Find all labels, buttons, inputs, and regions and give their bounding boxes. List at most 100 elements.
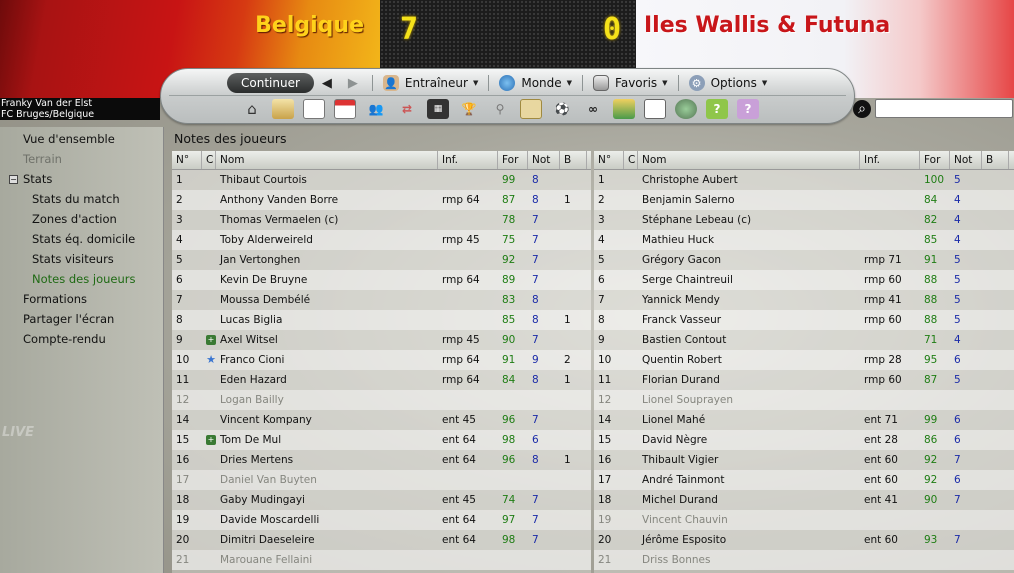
table-row[interactable]: 2 Benjamin Salerno 84 4	[594, 190, 1014, 210]
player-goals	[560, 250, 587, 270]
back-arrow-icon[interactable]: ◀	[314, 73, 340, 93]
table-row[interactable]: 18 Michel Durand ent 41 90 7	[594, 490, 1014, 510]
table-row[interactable]: 16 Dries Mertens ent 64 96 8 1	[172, 450, 591, 470]
manager-info[interactable]: Franky Van der Elst FC Bruges/Belgique	[0, 98, 160, 120]
table-row[interactable]: 15 David Nègre ent 28 86 6	[594, 430, 1014, 450]
col-c[interactable]: C	[202, 151, 216, 169]
sidebar-item-stats-visiteurs[interactable]: Stats visiteurs	[0, 250, 164, 269]
table-row[interactable]: 8 Lucas Biglia 85 8 1	[172, 310, 591, 330]
sidebar-item-partager-ecran[interactable]: Partager l'écran	[0, 310, 164, 329]
player-number: 10	[176, 354, 190, 366]
inbox-icon[interactable]	[272, 99, 294, 119]
sidebar-item-stats-match[interactable]: Stats du match	[0, 190, 164, 209]
notes-icon[interactable]	[520, 99, 542, 119]
collapse-toggle-icon[interactable]: −	[9, 175, 18, 184]
table-row[interactable]: 20 Jérôme Esposito ent 60 93 7	[594, 530, 1014, 550]
menu-favoris[interactable]: Favoris ▼	[589, 73, 672, 93]
menu-entraineur[interactable]: 👤 Entraîneur ▼	[379, 73, 482, 93]
col-for[interactable]: For	[920, 151, 950, 169]
col-not[interactable]: Not	[950, 151, 982, 169]
search-input[interactable]	[875, 99, 1013, 118]
table-row[interactable]: 2 Anthony Vanden Borre rmp 64 87 8 1	[172, 190, 591, 210]
table-row[interactable]: 1 Christophe Aubert 100 5	[594, 170, 1014, 190]
transfer-icon[interactable]: ⇄	[396, 99, 418, 119]
table-row[interactable]: 1 Thibaut Courtois 99 8	[172, 170, 591, 190]
info-icon[interactable]: ?	[737, 99, 759, 119]
table-row[interactable]: 5 Jan Vertonghen 92 7	[172, 250, 591, 270]
table-row[interactable]: 5 Grégory Gacon rmp 71 91 5	[594, 250, 1014, 270]
table-row[interactable]: 12 Lionel Souprayen	[594, 390, 1014, 410]
sidebar-item-terrain[interactable]: Terrain	[0, 150, 164, 169]
menu-options[interactable]: ⚙ Options ▼	[685, 73, 772, 93]
table-row[interactable]: 10 ★ Franco Cioni rmp 64 91 9 2	[172, 350, 591, 370]
world-icon[interactable]	[675, 99, 697, 119]
menu-monde[interactable]: Monde ▼	[495, 73, 576, 93]
report-icon[interactable]	[644, 99, 666, 119]
table-row[interactable]: 17 André Tainmont ent 60 92 6	[594, 470, 1014, 490]
sidebar-item-compte-rendu[interactable]: Compte-rendu	[0, 330, 164, 349]
table-row[interactable]: 21 Driss Bonnes	[594, 550, 1014, 570]
match-icon[interactable]: ⚽	[551, 99, 573, 119]
col-inf[interactable]: Inf.	[438, 151, 498, 169]
trophy-icon[interactable]: 🏆	[458, 99, 480, 119]
table-row[interactable]: 16 Thibault Vigier ent 60 92 7	[594, 450, 1014, 470]
col-number[interactable]: N°	[594, 151, 624, 169]
help-icon[interactable]: ?	[706, 99, 728, 119]
table-row[interactable]: 19 Davide Moscardelli ent 64 97 7	[172, 510, 591, 530]
table-row[interactable]: 14 Lionel Mahé ent 71 99 6	[594, 410, 1014, 430]
home-icon[interactable]: ⌂	[241, 99, 263, 119]
table-row[interactable]: 21 Marouane Fellaini	[172, 550, 591, 570]
table-row[interactable]: 9 + Axel Witsel rmp 45 90 7	[172, 330, 591, 350]
player-substitution: ent 64	[442, 534, 476, 546]
team-icon[interactable]: 👥	[365, 99, 387, 119]
table-row[interactable]: 15 + Tom De Mul ent 64 98 6	[172, 430, 591, 450]
search-people-icon[interactable]: ⚲	[489, 99, 511, 119]
continue-button[interactable]: Continuer	[227, 73, 314, 93]
player-rating: 5	[954, 274, 961, 286]
col-b[interactable]: B	[560, 151, 587, 169]
table-row[interactable]: 18 Gaby Mudingayi ent 45 74 7	[172, 490, 591, 510]
table-row[interactable]: 17 Daniel Van Buyten	[172, 470, 591, 490]
table-row[interactable]: 6 Kevin De Bruyne rmp 64 89 7	[172, 270, 591, 290]
player-name: Stéphane Lebeau (c)	[642, 214, 752, 226]
table-row[interactable]: 4 Mathieu Huck 85 4	[594, 230, 1014, 250]
sidebar-item-stats-domicile[interactable]: Stats éq. domicile	[0, 230, 164, 249]
news-icon[interactable]	[613, 99, 635, 119]
player-status	[624, 470, 638, 490]
table-row[interactable]: 7 Yannick Mendy rmp 41 88 5	[594, 290, 1014, 310]
sidebar-item-stats[interactable]: − Stats	[0, 170, 164, 189]
table-row[interactable]: 7 Moussa Dembélé 83 8	[172, 290, 591, 310]
binoculars-icon[interactable]: ∞	[582, 99, 604, 119]
forward-arrow-icon[interactable]: ▶	[340, 73, 366, 93]
col-b[interactable]: B	[982, 151, 1009, 169]
table-row[interactable]: 9 Bastien Contout 71 4	[594, 330, 1014, 350]
table-row[interactable]: 6 Serge Chaintreuil rmp 60 88 5	[594, 270, 1014, 290]
table-row[interactable]: 4 Toby Alderweireld rmp 45 75 7	[172, 230, 591, 250]
col-c[interactable]: C	[624, 151, 638, 169]
calendar-icon[interactable]	[334, 99, 356, 119]
document-icon[interactable]	[303, 99, 325, 119]
table-row[interactable]: 8 Franck Vasseur rmp 60 88 5	[594, 310, 1014, 330]
sidebar-item-formations[interactable]: Formations	[0, 290, 164, 309]
col-inf[interactable]: Inf.	[860, 151, 920, 169]
col-not[interactable]: Not	[528, 151, 560, 169]
sidebar-item-vue-ensemble[interactable]: Vue d'ensemble	[0, 130, 164, 149]
table-row[interactable]: 19 Vincent Chauvin	[594, 510, 1014, 530]
col-number[interactable]: N°	[172, 151, 202, 169]
tactics-icon[interactable]: ▦	[427, 99, 449, 119]
table-row[interactable]: 10 Quentin Robert rmp 28 95 6	[594, 350, 1014, 370]
table-row[interactable]: 11 Eden Hazard rmp 64 84 8 1	[172, 370, 591, 390]
sidebar-item-zones-action[interactable]: Zones d'action	[0, 210, 164, 229]
table-row[interactable]: 12 Logan Bailly	[172, 390, 591, 410]
col-name[interactable]: Nom	[216, 151, 438, 169]
table-row[interactable]: 14 Vincent Kompany ent 45 96 7	[172, 410, 591, 430]
table-row[interactable]: 20 Dimitri Daeseleire ent 64 98 7	[172, 530, 591, 550]
player-status	[202, 230, 216, 250]
table-row[interactable]: 3 Thomas Vermaelen (c) 78 7	[172, 210, 591, 230]
table-row[interactable]: 11 Florian Durand rmp 60 87 5	[594, 370, 1014, 390]
search-icon[interactable]: ⌕	[853, 100, 871, 118]
col-for[interactable]: For	[498, 151, 528, 169]
col-name[interactable]: Nom	[638, 151, 860, 169]
sidebar-item-notes-joueurs[interactable]: Notes des joueurs	[0, 270, 164, 289]
table-row[interactable]: 3 Stéphane Lebeau (c) 82 4	[594, 210, 1014, 230]
